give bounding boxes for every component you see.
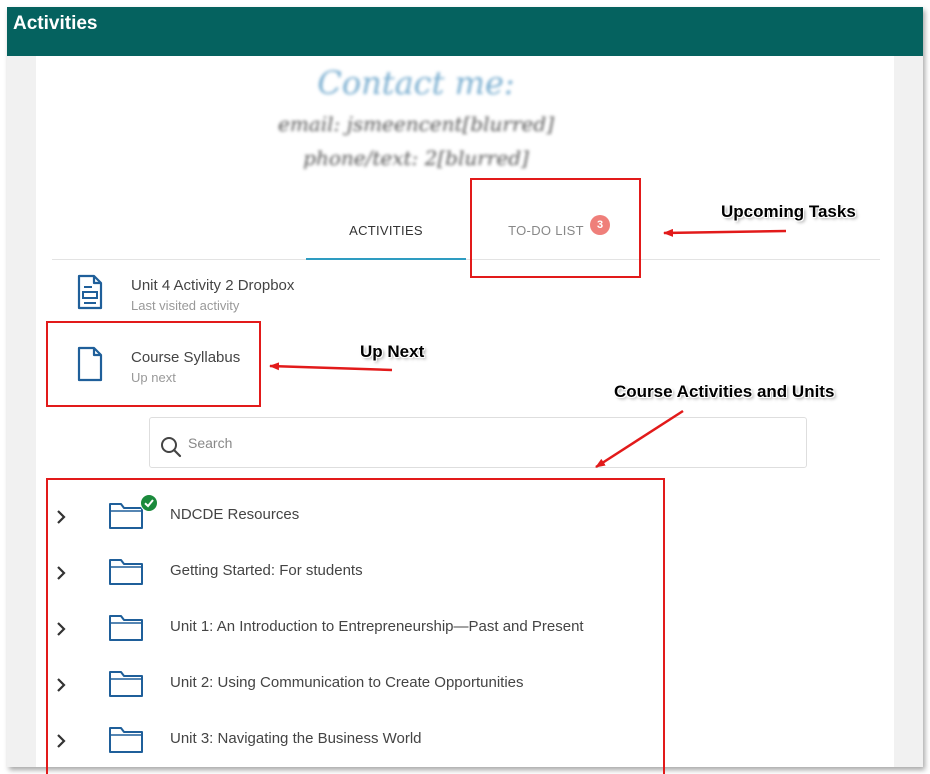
callout-course-activities: Course Activities and Units — [614, 382, 835, 401]
callout-upcoming-tasks: Upcoming Tasks — [721, 202, 856, 221]
callout-up-next: Up Next — [360, 342, 425, 361]
arrow-upcoming-tasks — [663, 228, 787, 237]
arrow-course-activities — [595, 409, 684, 469]
arrow-up-next — [269, 362, 393, 372]
